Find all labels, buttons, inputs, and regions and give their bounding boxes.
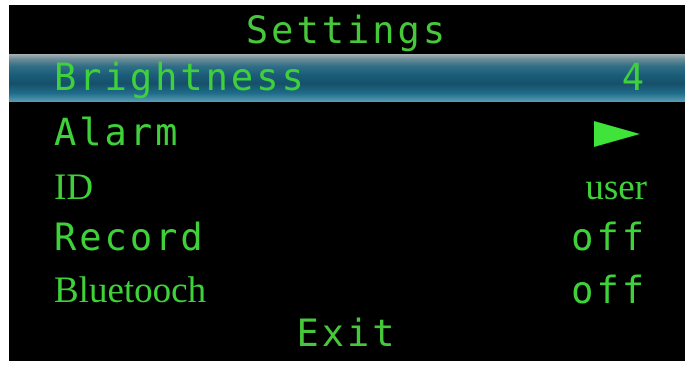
menu-title: Settings — [245, 9, 449, 52]
play-arrow-icon — [594, 121, 640, 147]
menu-item-brightness[interactable]: Brightness 4 — [9, 54, 685, 102]
menu-item-label: Brightness — [54, 56, 307, 99]
menu-item-label: Bluetooch — [54, 270, 207, 311]
menu-item-id[interactable]: ID user — [9, 164, 685, 212]
menu-item-label: Alarm — [54, 111, 181, 154]
bluetooch-value: off — [571, 269, 647, 312]
menu-item-record[interactable]: Record off — [9, 214, 685, 262]
menu-item-bluetooch[interactable]: Bluetooch off — [9, 267, 685, 315]
menu-item-label: Record — [54, 216, 206, 259]
brightness-value: 4 — [621, 56, 647, 99]
menu-item-alarm[interactable]: Alarm — [9, 109, 685, 157]
settings-screen: Settings Brightness 4 Alarm ID user Reco… — [9, 5, 685, 361]
record-value: off — [571, 216, 647, 259]
menu-item-label: ID — [54, 167, 94, 208]
id-value: user — [585, 167, 647, 208]
exit-button[interactable]: Exit — [9, 311, 685, 357]
